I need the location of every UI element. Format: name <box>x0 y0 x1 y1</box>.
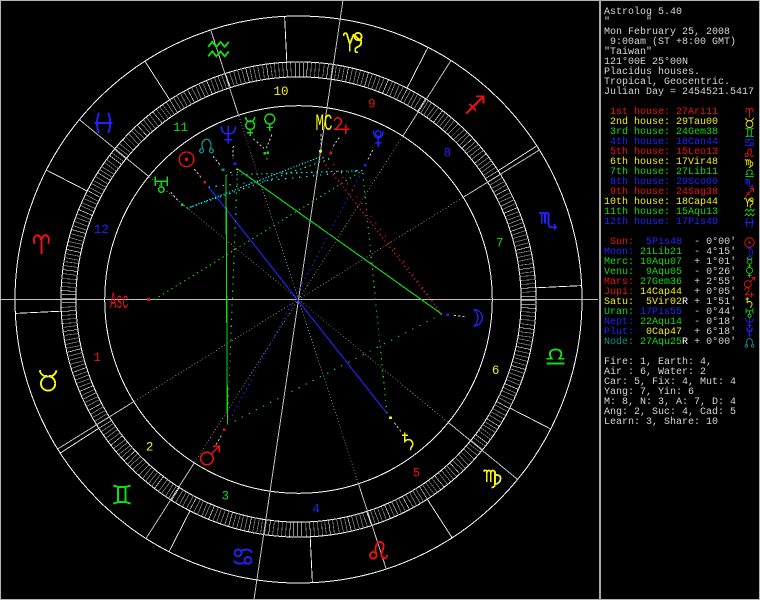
svg-text:MC: MC <box>316 111 333 137</box>
svg-text:6: 6 <box>492 364 500 378</box>
svg-text:7: 7 <box>496 236 504 250</box>
svg-text:8: 8 <box>444 147 452 161</box>
svg-text:Asc: Asc <box>110 289 129 315</box>
svg-text:2: 2 <box>146 441 154 455</box>
svg-text:9: 9 <box>368 98 376 112</box>
svg-text:1: 1 <box>93 351 101 365</box>
svg-text:5: 5 <box>413 467 421 481</box>
svg-text:12: 12 <box>94 223 109 237</box>
svg-text:4: 4 <box>312 502 320 516</box>
svg-text:10: 10 <box>273 85 288 99</box>
svg-text:3: 3 <box>221 490 229 504</box>
svg-text:11: 11 <box>173 121 188 135</box>
